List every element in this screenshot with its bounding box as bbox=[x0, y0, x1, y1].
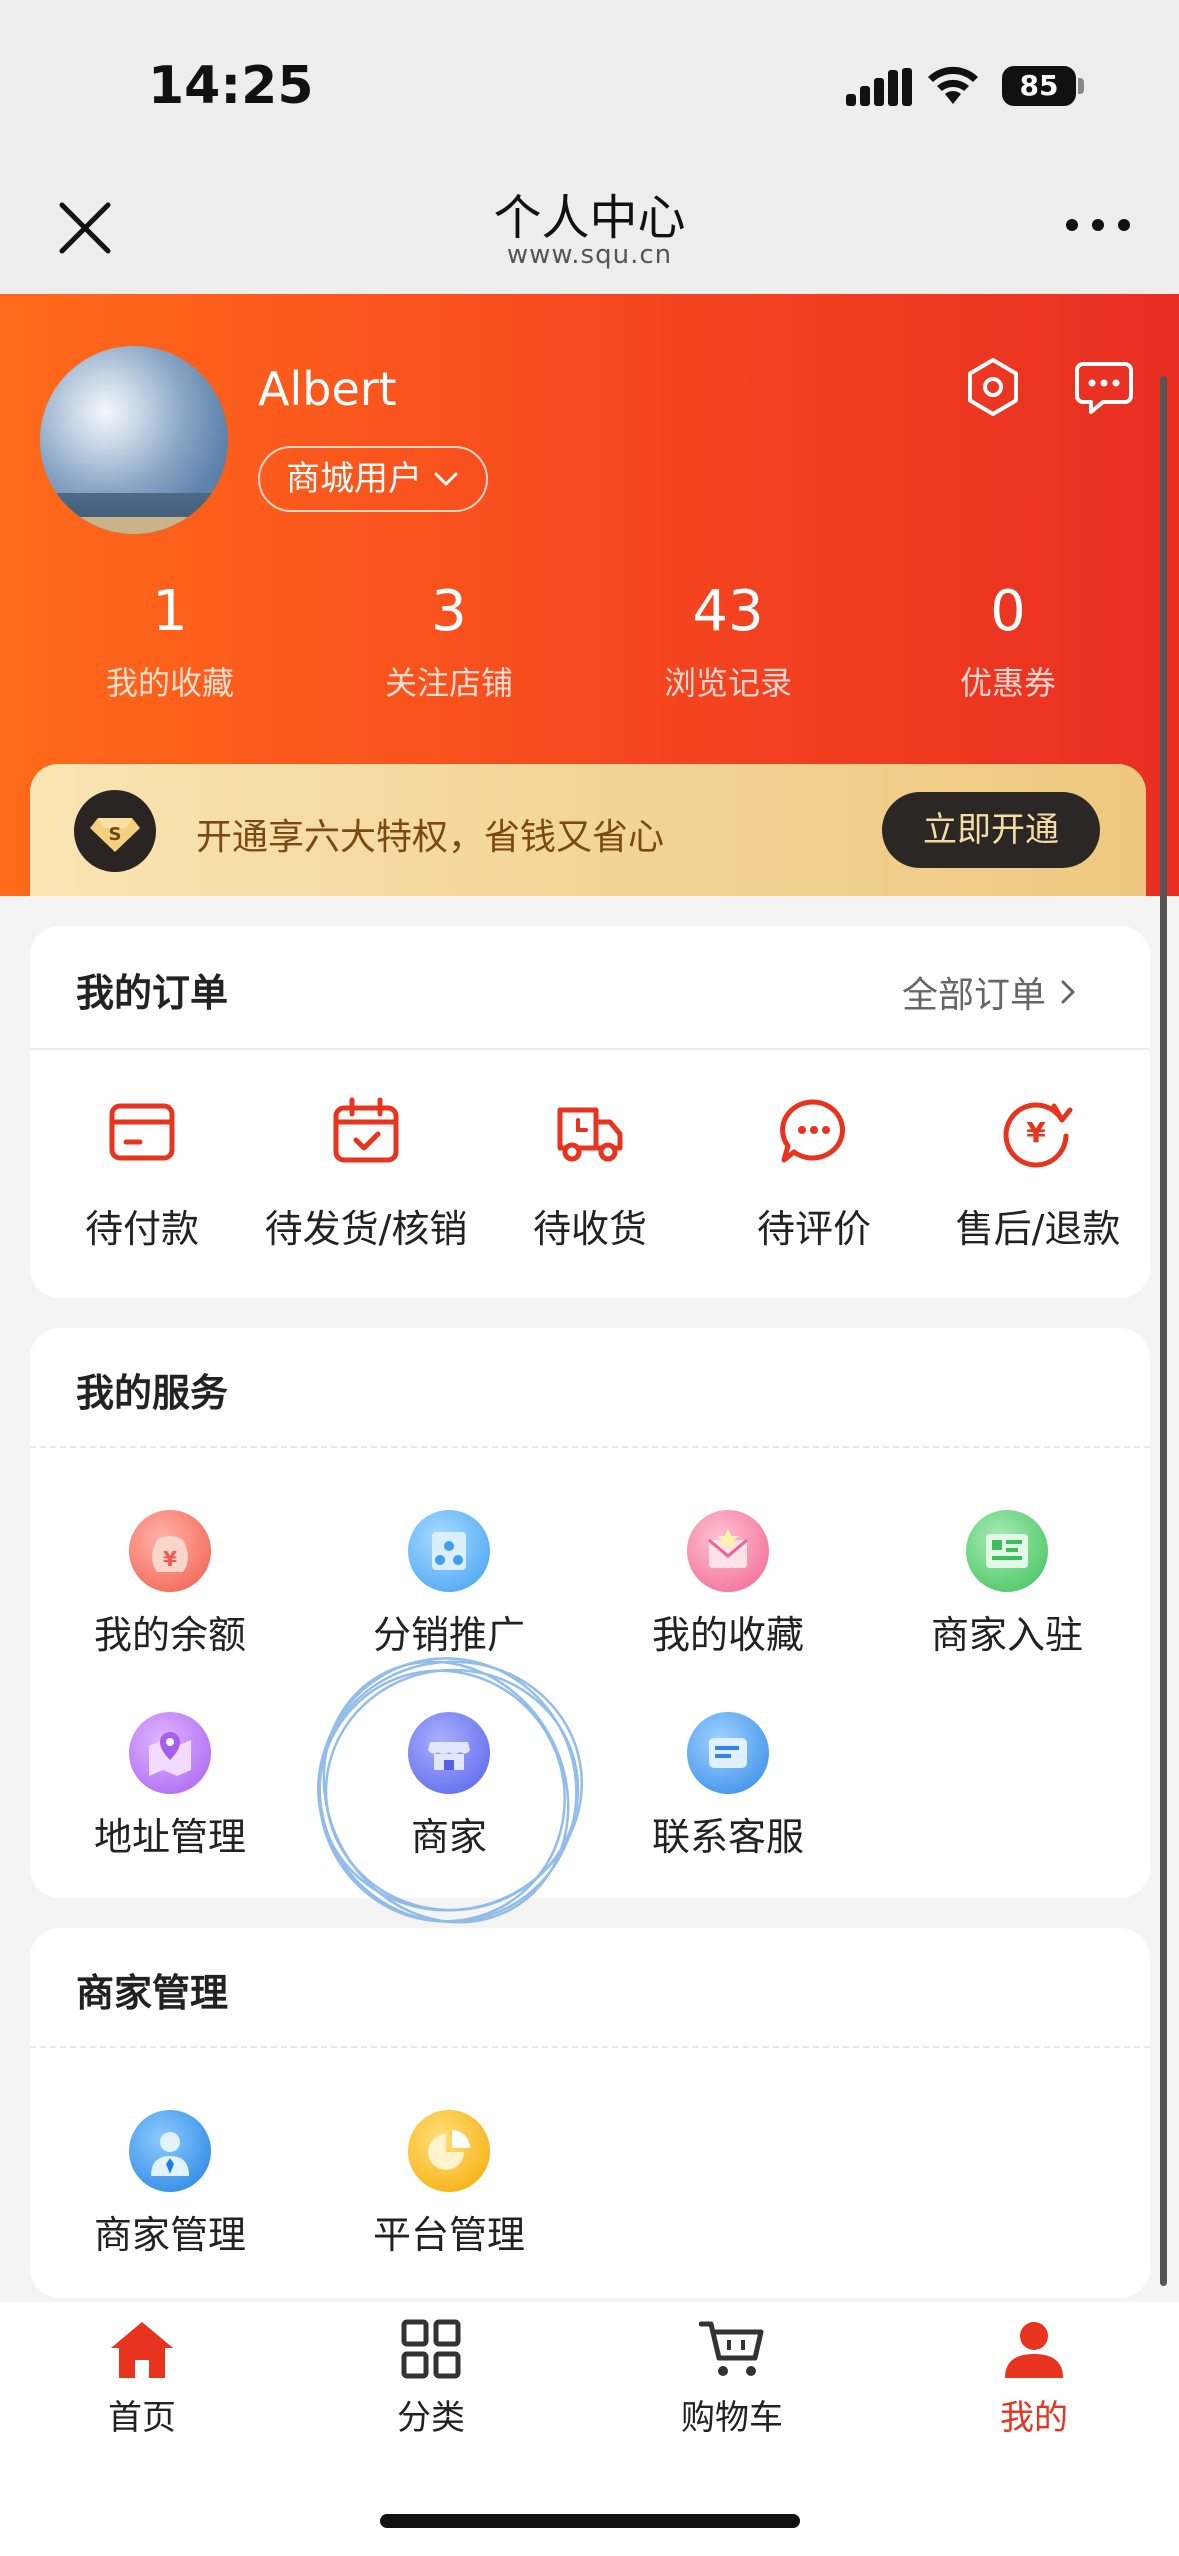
tab-label: 分类 bbox=[397, 2398, 465, 2438]
platform-management[interactable]: 平台管理 bbox=[309, 2110, 589, 2259]
tab-home[interactable]: 首页 bbox=[22, 2318, 262, 2439]
merchant-item-label: 商家管理 bbox=[93, 2213, 246, 2257]
order-label: 售后/退款 bbox=[955, 1207, 1121, 1251]
grid-icon bbox=[401, 2319, 461, 2379]
service-label: 商家入驻 bbox=[930, 1613, 1083, 1657]
stat-label: 浏览记录 bbox=[663, 664, 792, 702]
service-label: 我的收藏 bbox=[651, 1613, 804, 1657]
vip-promo-text: 开通享六大特权，省钱又省心 bbox=[196, 817, 665, 858]
battery-tip bbox=[1078, 78, 1084, 94]
service-distribution[interactable]: 分销推广 bbox=[309, 1510, 589, 1659]
home-icon bbox=[111, 2322, 173, 2378]
tab-profile[interactable]: 我的 bbox=[914, 2318, 1154, 2439]
map-pin-icon bbox=[129, 1712, 211, 1794]
svg-text:¥: ¥ bbox=[163, 1547, 177, 1571]
scrollbar[interactable] bbox=[1160, 376, 1167, 2286]
status-time: 14:25 bbox=[148, 56, 314, 116]
order-label: 待付款 bbox=[84, 1207, 199, 1251]
tab-label: 我的 bbox=[1000, 2398, 1068, 2438]
message-icon[interactable] bbox=[1073, 356, 1135, 418]
home-indicator bbox=[380, 2514, 800, 2528]
stat-value: 0 bbox=[990, 579, 1026, 644]
chevron-right-icon bbox=[1061, 980, 1075, 1004]
tab-cart[interactable]: 购物车 bbox=[612, 2318, 852, 2439]
service-label: 地址管理 bbox=[93, 1815, 246, 1859]
pie-chart-icon bbox=[408, 2110, 490, 2192]
avatar[interactable] bbox=[40, 346, 228, 534]
order-after-sales[interactable]: ¥ 售后/退款 bbox=[926, 1096, 1150, 1253]
service-address[interactable]: 地址管理 bbox=[30, 1712, 310, 1861]
stat-value: 43 bbox=[692, 579, 764, 644]
service-favorites[interactable]: 我的收藏 bbox=[588, 1510, 868, 1659]
stat-history[interactable]: 43 浏览记录 bbox=[628, 580, 828, 704]
service-merchant-join[interactable]: 商家入驻 bbox=[867, 1510, 1147, 1659]
wifi-icon bbox=[928, 66, 978, 104]
merchant-item-label: 平台管理 bbox=[372, 2213, 525, 2257]
tab-category[interactable]: 分类 bbox=[311, 2318, 551, 2439]
service-customer-support[interactable]: 联系客服 bbox=[588, 1712, 868, 1861]
divider bbox=[30, 2046, 1150, 2048]
stat-value: 1 bbox=[152, 579, 188, 644]
service-label: 我的余额 bbox=[93, 1613, 246, 1657]
diamond-badge-icon: S bbox=[74, 790, 156, 872]
stat-value: 3 bbox=[431, 579, 467, 644]
tab-label: 首页 bbox=[108, 2398, 176, 2438]
service-label: 联系客服 bbox=[651, 1815, 804, 1859]
page-url: www.squ.cn bbox=[506, 240, 673, 270]
all-orders-link[interactable]: 全部订单 bbox=[902, 966, 1078, 1018]
role-label: 商城用户 bbox=[286, 459, 422, 499]
money-bag-icon: ¥ bbox=[129, 1510, 211, 1592]
refund-icon: ¥ bbox=[1003, 1102, 1073, 1168]
favorites-envelope-icon bbox=[687, 1510, 769, 1592]
order-pending-review[interactable]: 待评价 bbox=[702, 1096, 926, 1253]
cart-icon bbox=[699, 2321, 764, 2376]
username: Albert bbox=[258, 362, 397, 416]
wallet-icon bbox=[109, 1103, 175, 1161]
distribution-icon bbox=[408, 1510, 490, 1592]
divider bbox=[30, 1048, 1150, 1050]
more-icon[interactable] bbox=[1060, 210, 1140, 240]
stat-followed-shops[interactable]: 3 关注店铺 bbox=[349, 580, 549, 704]
orders-title: 我的订单 bbox=[76, 971, 229, 1015]
svg-text:S: S bbox=[109, 824, 122, 845]
divider bbox=[30, 1446, 1150, 1448]
order-label: 待评价 bbox=[756, 1207, 871, 1251]
user-icon bbox=[1005, 2322, 1063, 2378]
order-label: 待发货/核销 bbox=[264, 1207, 468, 1251]
truck-icon bbox=[557, 1107, 623, 1162]
vip-activate-button[interactable]: 立即开通 bbox=[882, 792, 1100, 868]
all-orders-label: 全部订单 bbox=[902, 975, 1047, 1016]
services-title: 我的服务 bbox=[76, 1371, 229, 1415]
order-pending-shipment[interactable]: 待发货/核销 bbox=[254, 1096, 478, 1253]
role-selector[interactable]: 商城用户 bbox=[258, 446, 488, 512]
stat-label: 关注店铺 bbox=[384, 664, 513, 702]
order-pending-payment[interactable]: 待付款 bbox=[30, 1096, 254, 1253]
merchant-user-icon bbox=[129, 2110, 211, 2192]
page-title: 个人中心 bbox=[493, 190, 686, 246]
service-balance[interactable]: ¥ 我的余额 bbox=[30, 1510, 310, 1659]
battery-indicator: 85 bbox=[1002, 66, 1076, 106]
stat-favorites[interactable]: 1 我的收藏 bbox=[70, 580, 270, 704]
chevron-down-icon bbox=[434, 472, 458, 486]
merchant-join-icon bbox=[966, 1510, 1048, 1592]
chat-bubble-icon bbox=[780, 1099, 846, 1163]
tab-label: 购物车 bbox=[681, 2398, 783, 2438]
settings-icon[interactable] bbox=[962, 356, 1024, 418]
stat-label: 优惠券 bbox=[959, 664, 1056, 702]
order-pending-receipt[interactable]: 待收货 bbox=[478, 1096, 702, 1253]
stat-label: 我的收藏 bbox=[105, 664, 234, 702]
merchant-management[interactable]: 商家管理 bbox=[30, 2110, 310, 2259]
customer-service-icon bbox=[687, 1712, 769, 1794]
svg-text:¥: ¥ bbox=[1026, 1116, 1046, 1149]
merchant-title: 商家管理 bbox=[76, 1971, 229, 2015]
cellular-signal-icon bbox=[846, 68, 912, 106]
calendar-check-icon bbox=[333, 1097, 399, 1163]
order-label: 待收货 bbox=[532, 1207, 647, 1251]
stat-coupons[interactable]: 0 优惠券 bbox=[908, 580, 1108, 704]
handdrawn-circle-annotation bbox=[316, 1657, 584, 1924]
